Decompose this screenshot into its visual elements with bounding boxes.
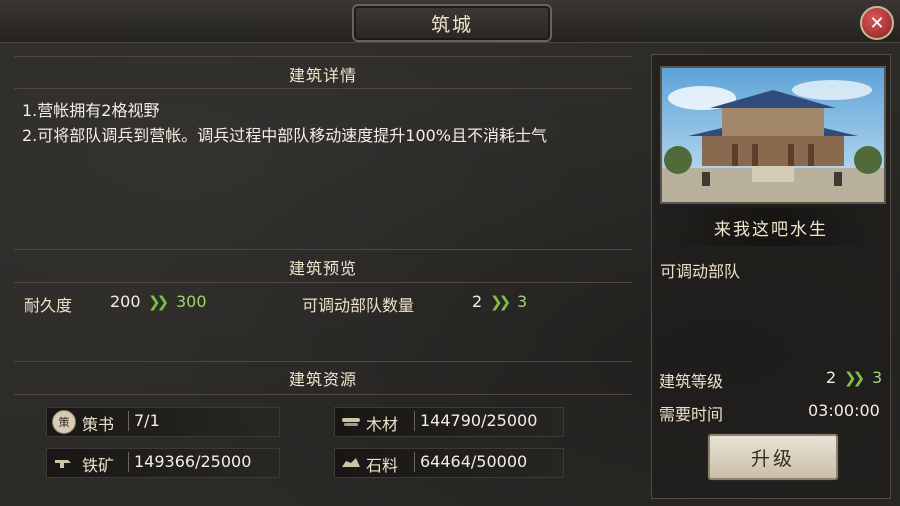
divider	[14, 282, 632, 283]
resource-value: 144790/25000	[420, 411, 538, 430]
troops-label: 可调动部队数量	[302, 296, 415, 315]
resource-value: 64464/50000	[420, 452, 528, 471]
resource-label: 木材	[366, 415, 399, 434]
time-label: 需要时间	[659, 405, 724, 424]
preview-header: 建筑预览	[288, 259, 357, 278]
details-text: 1.营帐拥有2格视野 2.可将部队调兵到营帐。调兵过程中部队移动速度提升100%…	[22, 98, 634, 148]
separator	[128, 452, 129, 472]
building-description: 可调动部队	[660, 262, 741, 281]
detail-line: 1.营帐拥有2格视野	[22, 101, 160, 120]
level-next: 3	[872, 368, 883, 387]
level-current: 2	[826, 368, 837, 387]
close-icon: ✕	[869, 12, 885, 34]
divider	[14, 88, 632, 89]
resource-value: 7/1	[134, 411, 160, 430]
durability-current: 200	[110, 292, 141, 311]
stone-icon	[340, 451, 362, 473]
close-button[interactable]: ✕	[860, 6, 894, 40]
resource-label: 石料	[366, 456, 399, 475]
resource-label: 铁矿	[82, 456, 115, 475]
divider	[14, 56, 632, 57]
building-image	[660, 66, 886, 204]
separator	[414, 452, 415, 472]
separator	[414, 411, 415, 431]
durability-next: 300	[176, 292, 207, 311]
iron-icon	[52, 451, 74, 473]
upgrade-arrow-icon: ❯❯	[490, 293, 511, 311]
durability-label: 耐久度	[24, 296, 73, 315]
troops-next: 3	[517, 292, 528, 311]
upgrade-arrow-icon: ❯❯	[148, 293, 169, 311]
detail-line: 2.可将部队调兵到营帐。调兵过程中部队移动速度提升100%且不消耗士气	[22, 126, 548, 145]
separator	[128, 411, 129, 431]
resources-header: 建筑资源	[288, 370, 357, 389]
divider	[14, 394, 632, 395]
upgrade-button[interactable]: 升级	[708, 434, 838, 480]
book-icon: 策	[52, 410, 76, 434]
city-name: 来我这吧水生	[660, 208, 882, 246]
window-title: 筑城	[352, 4, 552, 42]
upgrade-arrow-icon: ❯❯	[844, 369, 865, 387]
wood-icon	[340, 410, 362, 432]
time-value: 03:00:00	[808, 401, 880, 420]
resource-value: 149366/25000	[134, 452, 252, 471]
details-header: 建筑详情	[288, 66, 357, 85]
divider	[14, 249, 632, 250]
level-label: 建筑等级	[659, 372, 724, 391]
divider	[14, 361, 632, 362]
resource-label: 策书	[82, 415, 115, 434]
troops-current: 2	[472, 292, 483, 311]
